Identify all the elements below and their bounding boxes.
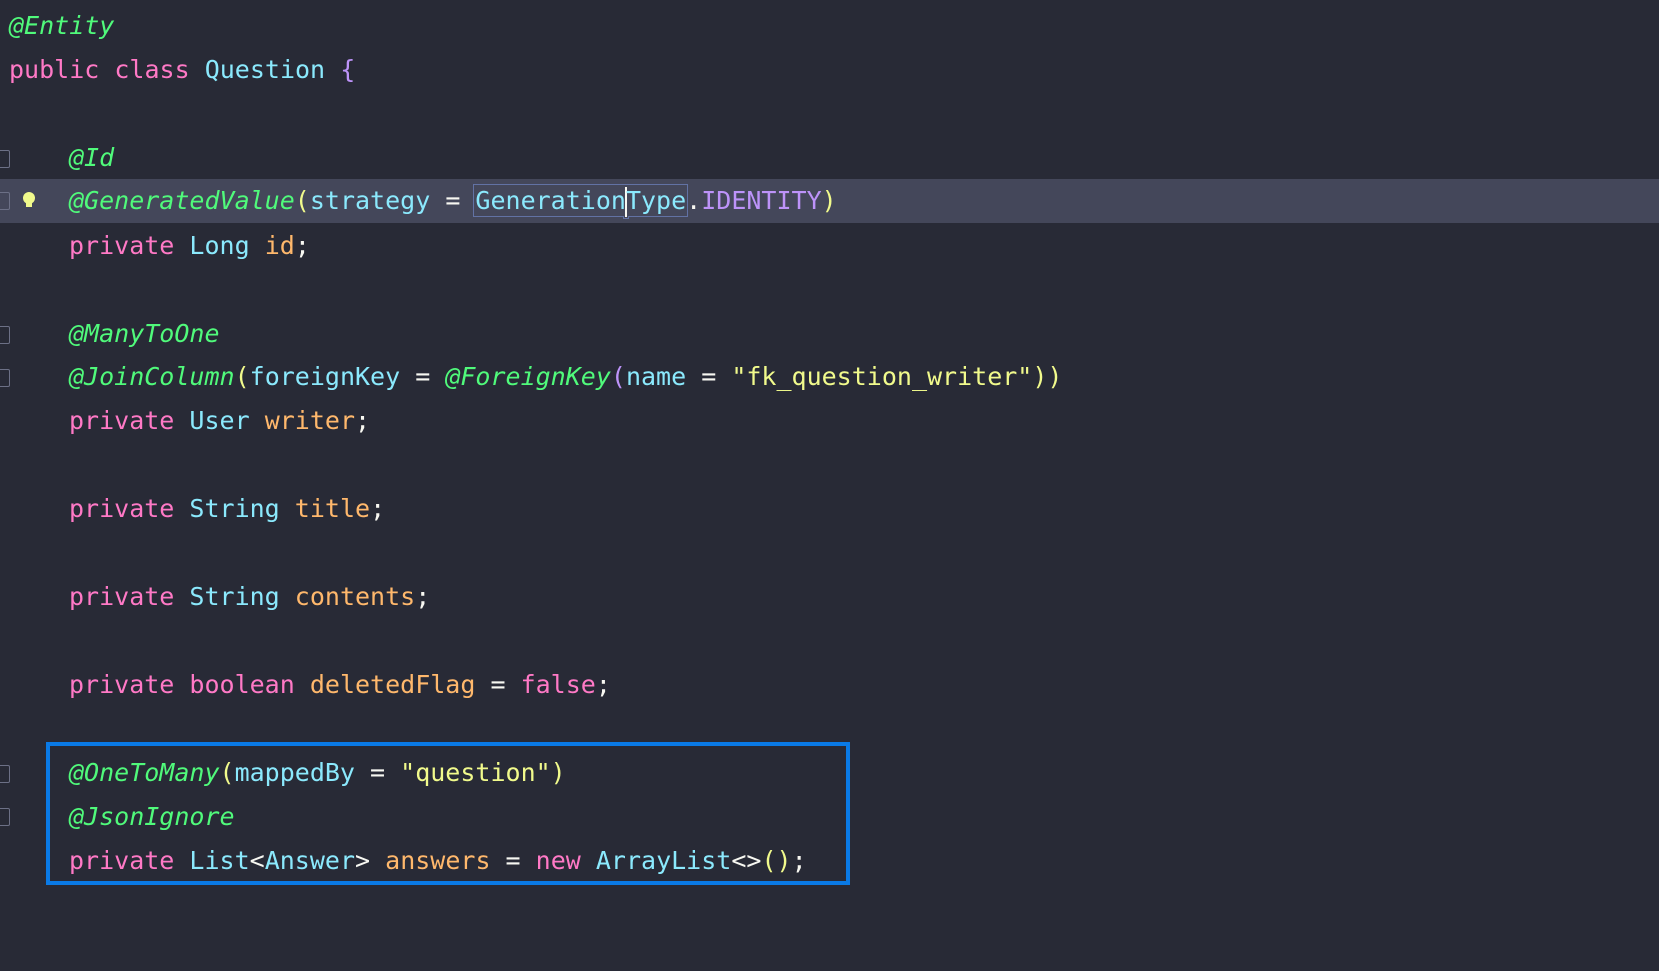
semicolon: ;: [415, 582, 431, 611]
code-line-6[interactable]: private Long id;: [0, 224, 1659, 268]
lightbulb-icon[interactable]: [22, 186, 36, 207]
field-contents: contents: [294, 582, 416, 611]
generic-open: <: [249, 846, 265, 875]
keyword-private: private: [69, 582, 175, 611]
code-line-16[interactable]: private boolean deletedFlag = false;: [0, 663, 1659, 707]
annotation-join-column: @JoinColumn: [69, 362, 235, 391]
semicolon: ;: [370, 494, 386, 523]
type-user: User: [189, 406, 250, 435]
type-string: String: [189, 494, 280, 523]
annotation-entity: @Entity: [9, 11, 115, 40]
equals-sign: =: [490, 846, 536, 875]
semicolon: ;: [791, 846, 807, 875]
code-line-14[interactable]: private String contents;: [0, 575, 1659, 619]
semicolon: ;: [355, 406, 371, 435]
code-line-12[interactable]: private String title;: [0, 487, 1659, 531]
param-mapped-by: mappedBy: [234, 758, 355, 787]
keyword-private: private: [69, 494, 175, 523]
equals-sign: =: [355, 758, 401, 787]
class-name: Question: [204, 55, 326, 84]
code-editor[interactable]: @Entity public class Question { @Id @Gen…: [0, 0, 1659, 947]
paren-open: (: [219, 758, 235, 787]
param-name: name: [625, 362, 687, 391]
field-title: title: [294, 494, 371, 523]
code-line-5-current[interactable]: @GeneratedValue(strategy = GenerationTyp…: [0, 179, 1659, 223]
annotation-generated-value: @GeneratedValue: [69, 186, 295, 215]
code-line-20[interactable]: private List<Answer> answers = new Array…: [0, 839, 1659, 883]
code-line-1[interactable]: @Entity: [0, 4, 1659, 48]
paren-open: (: [610, 362, 626, 391]
field-writer: writer: [264, 406, 356, 435]
fold-end-icon[interactable]: [0, 192, 10, 210]
param-strategy: strategy: [309, 186, 431, 215]
diamond-operator: <>: [731, 846, 762, 875]
param-foreign-key: foreignKey: [249, 362, 401, 391]
keyword-private: private: [69, 670, 175, 699]
code-line-10[interactable]: private User writer;: [0, 399, 1659, 443]
paren-close: )): [1032, 362, 1063, 391]
equals-sign: =: [430, 186, 476, 215]
annotation-id: @Id: [69, 143, 115, 172]
generic-close: >: [355, 846, 371, 875]
constructor-call: (): [761, 846, 792, 875]
code-line-4[interactable]: @Id: [0, 136, 1659, 180]
annotation-one-to-many: @OneToMany: [69, 758, 220, 787]
field-answers: answers: [385, 846, 491, 875]
annotation-json-ignore: @JsonIgnore: [69, 802, 235, 831]
keyword-boolean: boolean: [189, 670, 295, 699]
type-array-list: ArrayList: [595, 846, 732, 875]
keyword-private: private: [69, 406, 175, 435]
paren-close: ): [550, 758, 566, 787]
open-brace: {: [340, 55, 356, 84]
code-line-18[interactable]: @OneToMany(mappedBy = "question"): [0, 751, 1659, 795]
field-deleted-flag: deletedFlag: [309, 670, 476, 699]
equals-sign: =: [475, 670, 521, 699]
type-answer: Answer: [264, 846, 356, 875]
paren-close: ): [821, 186, 837, 215]
code-line-19[interactable]: @JsonIgnore: [0, 795, 1659, 839]
annotation-foreign-key: @ForeignKey: [445, 362, 611, 391]
paren-open: (: [294, 186, 310, 215]
constant-identity: IDENTITY: [701, 186, 822, 215]
dot: .: [686, 186, 702, 215]
keyword-private: private: [69, 231, 175, 260]
string-literal: "question": [400, 758, 551, 787]
type-string: String: [189, 582, 280, 611]
equals-sign: =: [686, 362, 732, 391]
keyword-public: public: [9, 55, 100, 84]
type-generation: Generation: [475, 186, 626, 215]
literal-false: false: [520, 670, 596, 699]
code-line-8[interactable]: @ManyToOne: [0, 312, 1659, 356]
type-suffix: Type: [625, 186, 687, 215]
equals-sign: =: [400, 362, 446, 391]
string-literal: "fk_question_writer": [731, 362, 1033, 391]
semicolon: ;: [294, 231, 310, 260]
annotation-many-to-one: @ManyToOne: [69, 319, 220, 348]
keyword-new: new: [535, 846, 581, 875]
type-list: List: [189, 846, 250, 875]
field-id: id: [264, 231, 295, 260]
generation-type-word[interactable]: GenerationType: [473, 184, 689, 217]
keyword-class: class: [114, 55, 190, 84]
keyword-private: private: [69, 846, 175, 875]
paren-open: (: [234, 362, 250, 391]
code-line-9[interactable]: @JoinColumn(foreignKey = @ForeignKey(nam…: [0, 355, 1659, 399]
type-long: Long: [189, 231, 250, 260]
code-line-2[interactable]: public class Question {: [0, 48, 1659, 92]
semicolon: ;: [595, 670, 611, 699]
